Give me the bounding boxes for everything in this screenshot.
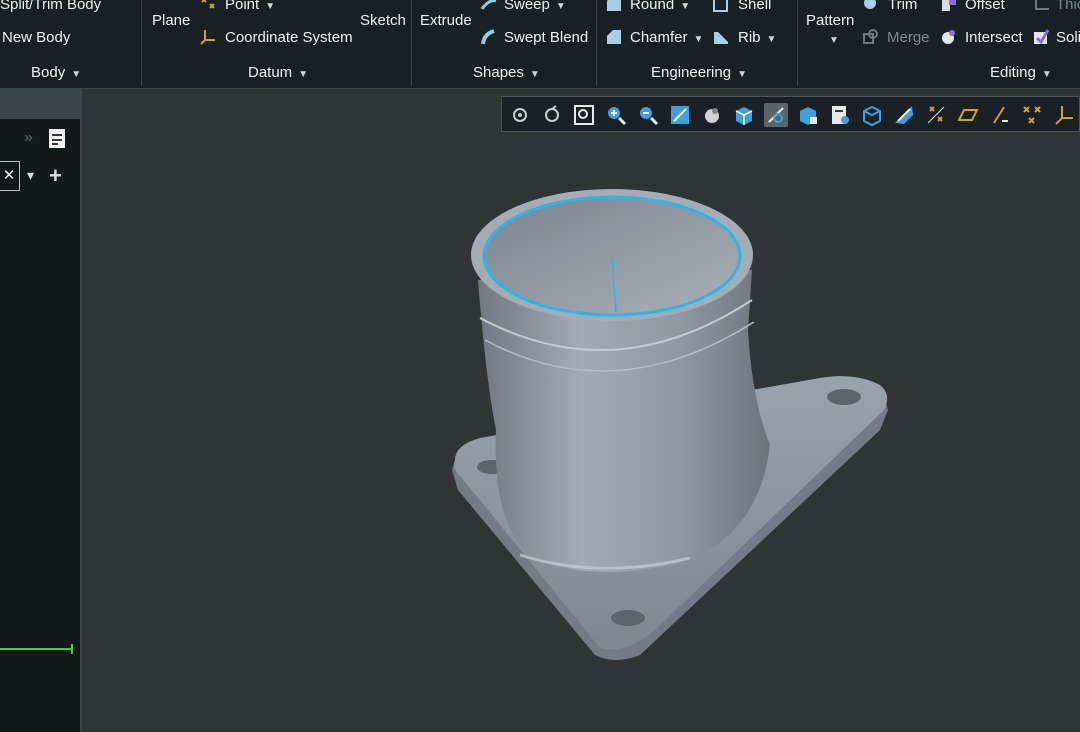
body-group-label[interactable]: Body ▼ xyxy=(31,64,81,81)
zoom-to-fit-icon[interactable] xyxy=(572,103,596,127)
section-icon[interactable] xyxy=(828,103,852,127)
round-button[interactable]: Round ▼ xyxy=(630,0,690,16)
expand-icon[interactable]: » xyxy=(24,129,33,147)
chamfer-icon xyxy=(607,30,621,44)
rib-icon xyxy=(714,32,728,44)
point-icon xyxy=(201,0,215,9)
offset-button[interactable]: Offset xyxy=(965,0,1005,14)
refit-icon[interactable] xyxy=(508,103,532,127)
thicken-icon xyxy=(1035,0,1049,10)
filter-dropdown[interactable]: ▾ xyxy=(27,167,34,184)
shapes-group-label[interactable]: Shapes ▼ xyxy=(473,64,540,81)
new-body-button[interactable]: New Body xyxy=(2,29,70,47)
zoom-in-icon[interactable] xyxy=(604,103,628,127)
shell-button[interactable]: Shell xyxy=(738,0,771,14)
display-style-icon[interactable] xyxy=(764,103,788,127)
close-filter-button[interactable]: ✕ xyxy=(0,161,20,191)
split-trim-body-button[interactable]: Split/Trim Body xyxy=(0,0,101,14)
view-toolbar xyxy=(501,96,1080,132)
plane-button[interactable]: Plane xyxy=(152,12,190,30)
sweep-button[interactable]: Sweep ▼ xyxy=(504,0,566,16)
insert-here-marker[interactable] xyxy=(0,648,72,650)
offset-icon xyxy=(942,0,956,11)
model-tree-panel: » ✕ ▾ + xyxy=(0,89,82,732)
sketch-view-icon[interactable] xyxy=(668,103,692,127)
repaint-icon[interactable] xyxy=(540,103,564,127)
csys-display-icon[interactable] xyxy=(1052,103,1076,127)
datum-group-label[interactable]: Datum ▼ xyxy=(248,64,308,81)
round-icon xyxy=(607,0,621,11)
point-display-icon[interactable] xyxy=(1020,103,1044,127)
group-divider xyxy=(141,0,142,86)
datum-display-icon[interactable] xyxy=(924,103,948,127)
merge-icon xyxy=(863,29,878,44)
swept-blend-icon xyxy=(481,29,495,45)
graphics-viewport[interactable] xyxy=(82,89,1080,732)
named-views-icon[interactable] xyxy=(732,103,756,127)
rib-button[interactable]: Rib ▼ xyxy=(738,29,776,49)
coordinate-system-icon xyxy=(200,30,215,45)
axis-display-icon[interactable] xyxy=(988,103,1012,127)
sweep-icon xyxy=(480,0,497,10)
editing-group-label[interactable]: Editing ▼ xyxy=(990,64,1052,81)
group-divider xyxy=(596,0,597,86)
saved-orientations-icon[interactable] xyxy=(860,103,884,127)
trim-icon xyxy=(864,0,876,9)
pattern-button[interactable]: Pattern xyxy=(806,12,854,30)
group-divider xyxy=(797,0,798,86)
settings-document-icon[interactable] xyxy=(48,128,68,150)
sketch-button[interactable]: Sketch xyxy=(360,12,406,30)
perspective-icon[interactable] xyxy=(796,103,820,127)
ribbon: Split/Trim Body New Body Body ▼ Plane Poi… xyxy=(0,0,1080,89)
pattern-dropdown[interactable]: ▼ xyxy=(829,35,839,46)
plane-display-icon[interactable] xyxy=(956,103,980,127)
chamfer-button[interactable]: Chamfer ▼ xyxy=(630,29,703,49)
extrude-button[interactable]: Extrude xyxy=(420,12,472,30)
swept-blend-button[interactable]: Swept Blend xyxy=(504,29,588,47)
add-button[interactable]: + xyxy=(49,163,62,189)
engineering-group-label[interactable]: Engineering ▼ xyxy=(651,64,747,81)
appearance-icon[interactable] xyxy=(700,103,724,127)
intersect-icon xyxy=(942,30,955,44)
panel-header xyxy=(0,89,80,119)
merge-button[interactable]: Merge xyxy=(887,29,930,47)
shell-icon xyxy=(713,0,728,12)
group-divider xyxy=(411,0,412,86)
trim-button[interactable]: Trim xyxy=(888,0,917,14)
solidify-button[interactable]: Soli xyxy=(1056,29,1080,47)
point-button[interactable]: Point ▼ xyxy=(225,0,275,16)
insert-marker-end xyxy=(71,644,73,654)
zoom-out-icon[interactable] xyxy=(636,103,660,127)
intersect-button[interactable]: Intersect xyxy=(965,29,1023,47)
view-manager-icon[interactable] xyxy=(892,103,916,127)
coordinate-system-button[interactable]: Coordinate System xyxy=(225,29,353,47)
thicken-button[interactable]: Thic xyxy=(1056,0,1080,14)
solidify-icon xyxy=(1034,29,1050,45)
